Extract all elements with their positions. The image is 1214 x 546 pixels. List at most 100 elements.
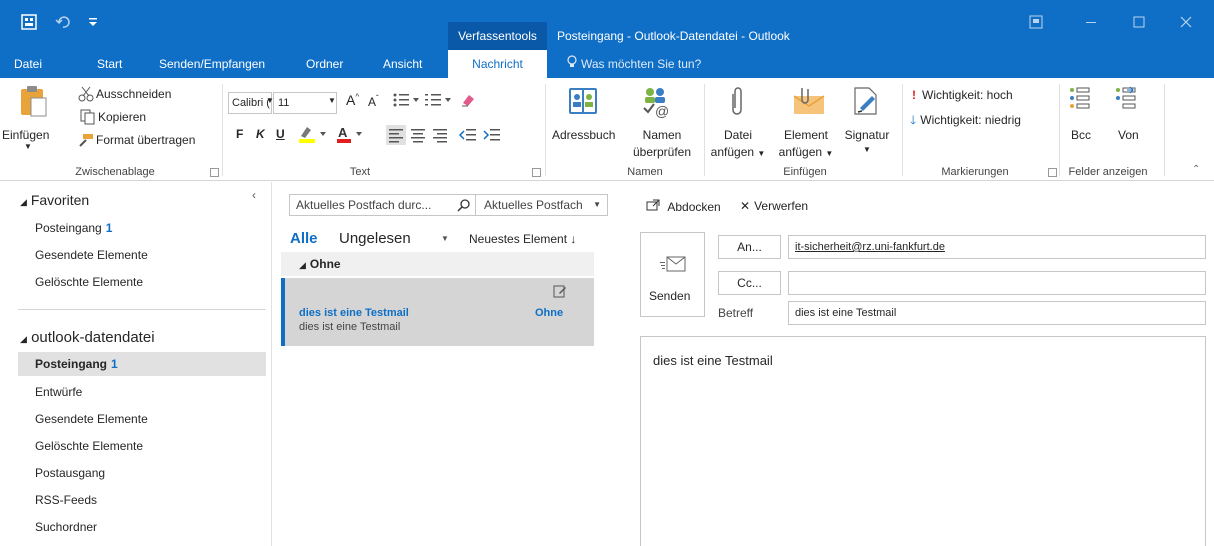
send-button[interactable]: Senden [640,232,705,317]
bcc-button[interactable]: Bcc [1071,128,1091,142]
ribbon-display-icon[interactable] [1028,15,1044,31]
group-label-show-fields: Felder anzeigen [1068,166,1148,178]
increase-indent-icon[interactable] [482,125,502,145]
folder-item-rss[interactable]: RSS-Feeds [18,488,266,512]
group-label-names: Namen [627,166,663,178]
to-recipient: it-sicherheit@rz.uni-fankfurt.de [795,241,945,253]
cut-button[interactable]: Ausschneiden [96,87,171,101]
cc-button[interactable]: Cc... [718,271,781,295]
folder-item-drafts[interactable]: Entwürfe [18,380,266,404]
svg-text:A: A [338,125,348,140]
undo-icon[interactable] [54,14,72,32]
to-field[interactable]: it-sicherheit@rz.uni-fankfurt.de [788,235,1206,259]
attach-file-label-1: Datei [723,128,752,142]
discard-button[interactable]: ✕ Verwerfen [740,199,808,213]
group-divider [222,84,223,176]
text-launcher-icon[interactable] [532,168,541,177]
datafile-header[interactable]: ◢ outlook-datendatei [20,329,155,346]
search-input[interactable]: Aktuelles Postfach durc... [289,194,476,216]
shrink-font-icon[interactable]: Aˇ [368,94,379,109]
tab-message[interactable]: Nachricht [448,50,547,78]
decrease-indent-icon[interactable] [458,125,478,145]
address-book-icon [568,86,600,118]
filter-all[interactable]: Alle [290,230,318,247]
attach-file-button[interactable]: Datei anfügen ▼ [710,128,766,159]
tell-me-text: Was möchten Sie tun? [581,57,702,71]
tags-launcher-icon[interactable] [1048,168,1057,177]
bullets-icon[interactable] [392,92,420,110]
paste-icon[interactable] [18,84,50,120]
to-button[interactable]: An... [718,235,781,259]
close-icon[interactable] [1178,15,1194,31]
signature-button[interactable]: Signatur ▼ [838,128,896,154]
align-left-icon[interactable] [386,125,406,145]
folder-item-deleted[interactable]: Gelöschte Elemente [18,434,266,458]
favorite-item-sent[interactable]: Gesendete Elemente [18,243,266,267]
copy-button[interactable]: Kopieren [98,110,146,124]
tab-file[interactable]: Datei [14,50,42,78]
clipboard-launcher-icon[interactable] [210,168,219,177]
from-button[interactable]: Von [1118,128,1139,142]
favorite-item-inbox[interactable]: Posteingang 1 [18,216,266,240]
window-title: Posteingang - Outlook-Datendatei - Outlo… [557,29,790,43]
qat-customize-icon[interactable] [86,14,100,32]
minimize-icon[interactable] [1083,15,1099,31]
attach-file-label-2: anfügen ▼ [710,145,766,159]
tab-start[interactable]: Start [97,50,122,78]
collapse-triangle-icon: ◢ [20,334,27,344]
favorites-header[interactable]: ◢ Favoriten [20,192,89,208]
unread-count-badge: 1 [105,221,113,235]
attach-item-button[interactable]: Element anfügen ▼ [775,128,837,159]
folder-item-inbox[interactable]: Posteingang 1 [18,352,266,376]
search-scope-select[interactable]: Aktuelles Postfach ▼ [476,194,608,216]
tell-me-search[interactable]: Was möchten Sie tun? [567,50,701,78]
attach-item-label-2: anfügen ▼ [778,145,834,159]
message-body[interactable]: dies ist eine Testmail [640,336,1206,546]
minimize-pane-icon[interactable]: ‹ [252,188,256,202]
filter-unread[interactable]: Ungelesen [339,230,411,247]
align-center-icon[interactable] [408,125,428,145]
draft-icon [553,284,567,301]
italic-button[interactable]: K [256,127,265,141]
check-names-label-1: Namen [642,128,682,142]
attach-item-icon [792,86,826,118]
check-names-label-2: überprüfen [632,145,692,159]
tab-folder[interactable]: Ordner [306,50,343,78]
cc-field[interactable] [788,271,1206,295]
tab-view[interactable]: Ansicht [383,50,422,78]
favorite-item-deleted[interactable]: Gelöschte Elemente [18,270,266,294]
signature-icon [852,86,882,118]
clear-formatting-icon[interactable] [460,92,478,110]
unread-count-badge: 1 [111,357,118,371]
numbering-icon[interactable] [424,92,452,110]
align-right-icon[interactable] [430,125,450,145]
font-size-dropdown-icon[interactable]: ▼ [328,96,336,105]
attach-file-dropdown-icon: ▼ [757,149,766,158]
bold-button[interactable]: F [236,127,243,141]
folder-item-search-folders[interactable]: Suchordner [18,515,266,539]
collapse-triangle-icon: ◢ [299,260,306,270]
check-names-button[interactable]: Namen überprüfen [628,128,696,159]
collapse-ribbon-icon[interactable]: ⌃ [1192,164,1200,175]
sort-button[interactable]: Neuestes Element ↓ [469,232,576,246]
maximize-icon[interactable] [1131,15,1147,31]
folder-item-sent[interactable]: Gesendete Elemente [18,407,266,431]
address-book-button[interactable]: Adressbuch [552,128,615,142]
font-color-icon[interactable]: A [336,124,370,144]
paste-dropdown-icon[interactable]: ▼ [24,142,32,151]
paste-button[interactable]: Einfügen [2,128,49,142]
tab-send-receive[interactable]: Senden/Empfangen [159,50,265,78]
underline-button[interactable]: U [276,127,285,141]
folder-item-outbox[interactable]: Postausgang [18,461,266,485]
format-painter-button[interactable]: Format übertragen [96,133,195,147]
list-item[interactable]: dies ist eine Testmail Ohne dies ist ein… [281,278,594,346]
low-importance-button[interactable]: 🡓 Wichtigkeit: niedrig [910,111,1021,132]
group-header[interactable]: ◢ Ohne [281,252,594,276]
outlook-app-icon[interactable] [20,14,38,32]
grow-font-icon[interactable]: A^ [346,92,359,108]
highlight-icon[interactable] [298,124,332,144]
filter-dropdown-icon[interactable]: ▼ [441,234,449,243]
high-importance-button[interactable]: ! Wichtigkeit: hoch [912,88,1013,102]
subject-field[interactable]: dies ist eine Testmail [788,301,1206,325]
popout-button[interactable]: Abdocken [646,199,721,214]
